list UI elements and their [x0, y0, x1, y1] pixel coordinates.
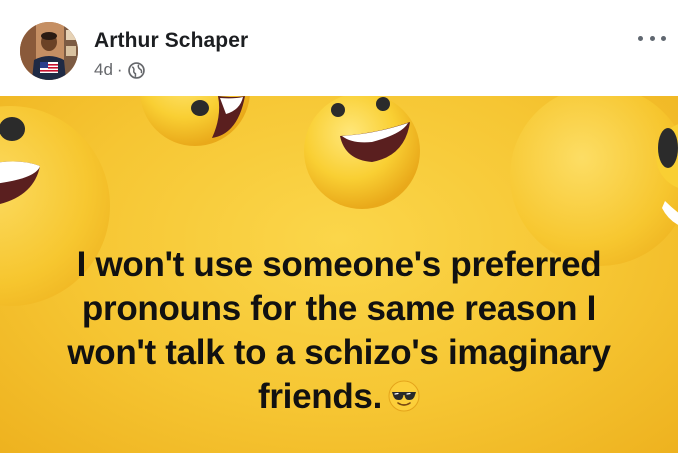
post-meta: 4d · [94, 60, 145, 80]
caption-line-last: friends. [0, 375, 678, 419]
laughing-emoji-icon [304, 96, 420, 209]
author-name[interactable]: Arthur Schaper [94, 29, 248, 53]
post-timestamp[interactable]: 4d [94, 60, 113, 80]
more-dot [649, 35, 655, 41]
caption-line: pronouns for the same reason I [81, 289, 597, 328]
post-header: Arthur Schaper 4d · [0, 0, 678, 96]
post-image[interactable]: I won't use someone's preferred pronouns… [0, 96, 678, 453]
caption-line: won't talk to a schizo's imaginary [67, 333, 611, 372]
avatar-image [20, 22, 78, 80]
author-avatar[interactable] [20, 22, 78, 80]
more-dot [638, 35, 643, 41]
laughing-emoji-icon [140, 96, 250, 146]
caption-line: I won't use someone's preferred [76, 245, 602, 284]
more-dot [661, 35, 666, 41]
facebook-post: Arthur Schaper 4d · I won't use someone'… [0, 0, 678, 453]
globe-icon[interactable] [127, 61, 145, 79]
sunglasses-emoji-icon [388, 380, 420, 412]
more-options-icon[interactable] [638, 30, 666, 46]
meta-separator: · [116, 60, 123, 79]
caption-line-text: friends. [257, 377, 382, 416]
laughing-emoji-icon [510, 96, 678, 266]
post-caption: I won't use someone's preferred pronouns… [0, 243, 678, 419]
